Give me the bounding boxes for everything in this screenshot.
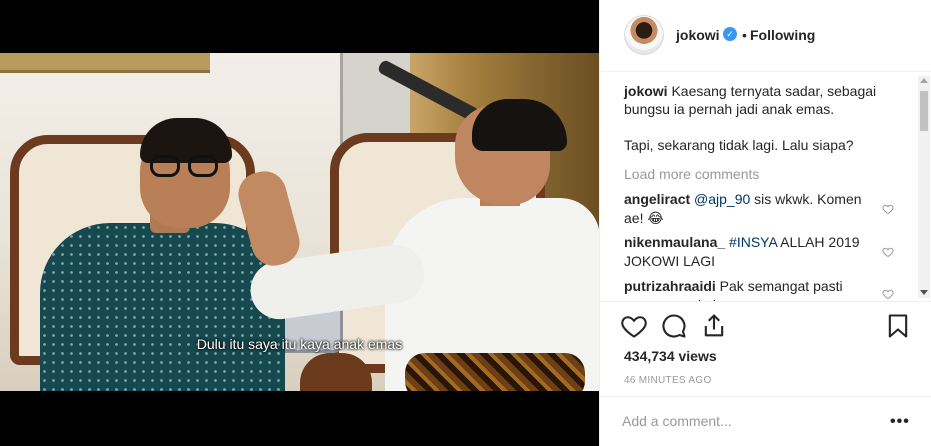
header-separator: • — [742, 27, 747, 43]
post-actions: 434,734 views 46 MINUTES AGO — [600, 301, 931, 396]
bookmark-icon[interactable] — [884, 312, 912, 340]
caption-text-2: Tapi, sekarang tidak lagi. Lalu siapa? — [624, 137, 854, 153]
comment-like-heart-icon[interactable] — [882, 288, 894, 300]
comment-mention[interactable]: @ajp_90 — [694, 191, 750, 207]
comment-icon[interactable] — [660, 312, 688, 340]
comment-username[interactable]: putrizahraaidi — [624, 278, 716, 294]
comment-item: nikenmaulana_ #INSYA ALLAH 2019 JOKOWI L… — [624, 233, 874, 271]
more-options-button[interactable]: ••• — [890, 413, 910, 431]
comment-hashtag[interactable]: #INSYA — [729, 234, 777, 250]
video-subtitle: Dulu itu saya itu kaya anak emas — [196, 336, 403, 352]
verified-badge-icon: ✓ — [723, 27, 737, 41]
post-side-panel: jokowi ✓ • Following jokowi Kaesang tern… — [599, 0, 931, 446]
person-right-sarong — [405, 353, 585, 391]
comment-item: putrizahraaidi Pak semangat pasti menang… — [624, 277, 874, 301]
view-count[interactable]: 434,734 views — [624, 348, 717, 364]
comments-section[interactable]: jokowi Kaesang ternyata sadar, sebagai b… — [600, 73, 931, 301]
scroll-up-arrow-icon[interactable] — [920, 78, 928, 83]
comments-scrollbar[interactable] — [918, 76, 930, 298]
glasses-lens — [188, 155, 218, 177]
comment-like-heart-icon[interactable] — [882, 203, 894, 215]
post-timestamp[interactable]: 46 MINUTES AGO — [624, 375, 712, 386]
scroll-thumb[interactable] — [920, 91, 928, 131]
heart-icon[interactable] — [620, 312, 648, 340]
caption-username[interactable]: jokowi — [624, 83, 668, 99]
load-more-comments-button[interactable]: Load more comments — [624, 166, 759, 182]
person-left-shirt — [40, 223, 285, 391]
avatar[interactable] — [624, 15, 664, 55]
header-username[interactable]: jokowi — [676, 27, 720, 43]
scroll-down-arrow-icon[interactable] — [920, 290, 928, 295]
following-button[interactable]: Following — [750, 27, 815, 43]
comment-username[interactable]: nikenmaulana_ — [624, 234, 725, 250]
comment-item: angeliract @ajp_90 sis wkwk. Komen ae! 😂 — [624, 190, 874, 228]
add-comment-input[interactable] — [622, 410, 882, 432]
post-caption: jokowi Kaesang ternyata sadar, sebagai b… — [624, 82, 914, 154]
post-header: jokowi ✓ • Following — [600, 0, 931, 72]
share-icon[interactable] — [700, 312, 728, 340]
glasses-lens — [150, 155, 180, 177]
comment-username[interactable]: angeliract — [624, 191, 690, 207]
comment-like-heart-icon[interactable] — [882, 246, 894, 258]
wall-painting-frame — [0, 53, 210, 73]
add-comment-bar: ••• — [600, 396, 931, 446]
video-player[interactable]: Dulu itu saya itu kaya anak emas — [0, 0, 599, 446]
